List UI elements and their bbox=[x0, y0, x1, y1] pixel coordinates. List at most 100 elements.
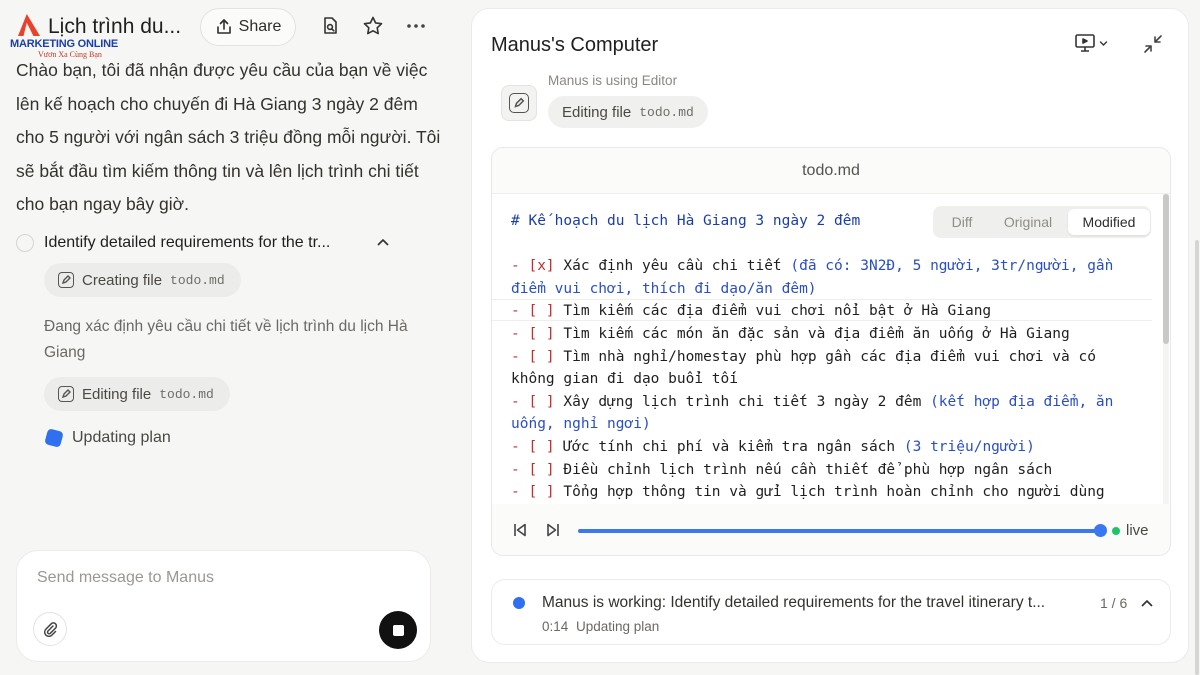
step-counter: 1 / 6 bbox=[1100, 595, 1128, 611]
list-dash: - bbox=[511, 348, 529, 365]
chip-filename: todo.md bbox=[170, 272, 225, 288]
todo-line: - [ ] Tìm kiếm các địa điểm vui chơi nổi… bbox=[511, 303, 991, 319]
chat-panel: Lịch trình du... MARKETING ONLINE Vươn X… bbox=[0, 0, 460, 675]
chip-filename: todo.md bbox=[159, 386, 214, 402]
more-icon bbox=[407, 24, 425, 28]
creating-file-chip[interactable]: Creating file todo.md bbox=[44, 263, 241, 297]
message-composer[interactable]: Send message to Manus bbox=[16, 550, 431, 662]
more-options-button[interactable] bbox=[404, 14, 428, 38]
minimize-panel-button[interactable] bbox=[1142, 33, 1164, 60]
todo-line: - [ ] Tổng hợp thông tin và gửi lịch trì… bbox=[511, 484, 1105, 500]
live-label[interactable]: live bbox=[1126, 522, 1149, 539]
star-icon bbox=[363, 16, 383, 35]
code-scrollbar[interactable] bbox=[1163, 194, 1169, 504]
view-mode-original[interactable]: Original bbox=[990, 209, 1066, 235]
status-substep: Updating plan bbox=[576, 619, 660, 634]
logo-mark-icon bbox=[18, 14, 40, 36]
chip-label: Editing file bbox=[562, 103, 632, 121]
monitor-play-icon bbox=[1075, 34, 1095, 52]
todo-text: Tìm kiếm các địa điểm vui chơi nổi bật ở… bbox=[563, 303, 992, 320]
todo-text: Tìm nhà nghỉ/homestay phù hợp gần các đị… bbox=[511, 348, 1096, 388]
share-button[interactable]: Share bbox=[200, 8, 296, 46]
share-label: Share bbox=[238, 18, 282, 35]
list-dash: - bbox=[511, 325, 529, 342]
todo-line: - [ ] Ước tính chi phí và kiểm tra ngân … bbox=[511, 439, 1035, 455]
updating-plan-indicator: Updating plan bbox=[44, 428, 171, 448]
chip-label: Creating file bbox=[82, 271, 163, 289]
file-viewer: todo.md # Kế hoạch du lịch Hà Giang 3 ng… bbox=[491, 147, 1171, 556]
activity-icon bbox=[44, 428, 64, 448]
view-mode-diff[interactable]: Diff bbox=[936, 209, 988, 235]
chevron-up-icon[interactable] bbox=[376, 235, 390, 249]
brand-logo: MARKETING ONLINE Vươn Xa Cùng Bạn bbox=[10, 12, 130, 60]
step-detail: Đang xác định yêu cầu chi tiết về lịch t… bbox=[44, 318, 408, 361]
scrollbar-thumb[interactable] bbox=[1163, 194, 1169, 344]
list-dash: - bbox=[511, 461, 529, 478]
attach-button[interactable] bbox=[33, 612, 67, 646]
favorite-button[interactable] bbox=[361, 14, 385, 38]
elapsed-time: 0:14 bbox=[542, 619, 569, 634]
code-content[interactable]: # Kế hoạch du lịch Hà Giang 3 ngày 2 đêm… bbox=[511, 210, 1146, 504]
todo-text: Ước tính chi phí và kiểm tra ngân sách bbox=[563, 438, 904, 455]
todo-checkbox: [x] bbox=[528, 258, 555, 275]
code-editor[interactable]: # Kế hoạch du lịch Hà Giang 3 ngày 2 đêm… bbox=[492, 194, 1170, 504]
paperclip-icon bbox=[43, 622, 58, 637]
todo-line: - [ ] Điều chỉnh lịch trình nếu cần thiế… bbox=[511, 462, 1052, 478]
stop-icon bbox=[392, 624, 404, 636]
todo-text: Điều chỉnh lịch trình nếu cần thiết để p… bbox=[563, 461, 1053, 478]
playback-progress[interactable] bbox=[578, 529, 1100, 533]
updating-label: Updating plan bbox=[72, 429, 171, 446]
todo-checkbox: [ ] bbox=[528, 303, 555, 320]
message-input[interactable]: Send message to Manus bbox=[37, 569, 214, 587]
todo-checkbox: [ ] bbox=[528, 484, 555, 501]
list-dash: - bbox=[511, 438, 529, 455]
step-title: Identify detailed requirements for the t… bbox=[44, 234, 331, 251]
todo-note: (3 triệu/người) bbox=[903, 438, 1035, 455]
todo-line: - [ ] Xây dựng lịch trình chi tiết 3 ngà… bbox=[511, 394, 1113, 433]
file-browse-button[interactable] bbox=[318, 14, 342, 38]
todo-checkbox: [ ] bbox=[528, 438, 555, 455]
file-search-icon bbox=[324, 17, 337, 34]
todo-checkbox: [ ] bbox=[528, 348, 555, 365]
editor-icon bbox=[509, 93, 529, 113]
todo-line: - [ ] Tìm nhà nghỉ/homestay phù hợp gần … bbox=[511, 349, 1096, 388]
chevron-up-icon[interactable] bbox=[1140, 596, 1154, 610]
todo-checkbox: [ ] bbox=[528, 461, 555, 478]
editor-icon bbox=[58, 386, 74, 402]
chevron-down-icon bbox=[1099, 40, 1108, 46]
skip-back-icon[interactable] bbox=[511, 521, 529, 539]
list-dash: - bbox=[511, 393, 529, 410]
todo-line: - [x] Xác định yêu cầu chi tiết (đã có: … bbox=[511, 258, 1113, 297]
display-mode-button[interactable] bbox=[1074, 33, 1108, 53]
stop-button[interactable] bbox=[379, 611, 417, 649]
collapse-icon bbox=[1144, 35, 1162, 53]
todo-text: Tổng hợp thông tin và gửi lịch trình hoà… bbox=[563, 484, 1105, 501]
editing-file-chip[interactable]: Editing file todo.md bbox=[548, 96, 708, 128]
status-message: Manus is working: Identify detailed requ… bbox=[542, 594, 1046, 611]
chat-topbar: Lịch trình du... MARKETING ONLINE Vươn X… bbox=[0, 0, 460, 59]
playback-knob[interactable] bbox=[1094, 524, 1107, 537]
share-icon bbox=[216, 19, 231, 34]
view-mode-modified[interactable]: Modified bbox=[1068, 209, 1150, 235]
task-step[interactable]: Identify detailed requirements for the t… bbox=[16, 230, 446, 256]
chip-filename: todo.md bbox=[639, 104, 694, 120]
editor-app-badge bbox=[501, 85, 537, 121]
list-dash: - bbox=[511, 258, 529, 275]
editing-file-chip[interactable]: Editing file todo.md bbox=[44, 377, 230, 411]
skip-forward-icon[interactable] bbox=[544, 521, 562, 539]
todo-checkbox: [ ] bbox=[528, 393, 555, 410]
todo-text: Tìm kiếm các món ăn đặc sản và địa điểm … bbox=[563, 325, 1070, 342]
todo-text: Xác định yêu cầu chi tiết bbox=[563, 258, 791, 275]
list-dash: - bbox=[511, 303, 529, 320]
computer-panel-title: Manus's Computer bbox=[491, 34, 659, 56]
step-status-icon bbox=[16, 234, 34, 252]
tool-in-use-text: Manus is using Editor bbox=[548, 73, 678, 88]
task-status-bar[interactable]: Manus is working: Identify detailed requ… bbox=[491, 579, 1171, 645]
todo-line: - [ ] Tìm kiếm các món ăn đặc sản và địa… bbox=[511, 326, 1070, 342]
view-mode-switcher: Diff Original Modified bbox=[933, 206, 1151, 238]
logo-brand-text: MARKETING ONLINE bbox=[10, 38, 119, 50]
page-scrollbar[interactable] bbox=[1195, 240, 1199, 675]
computer-panel: Manus's Computer Manus is using Editor E… bbox=[471, 8, 1189, 663]
live-indicator-icon bbox=[1112, 527, 1120, 535]
playback-bar: live bbox=[492, 504, 1170, 555]
